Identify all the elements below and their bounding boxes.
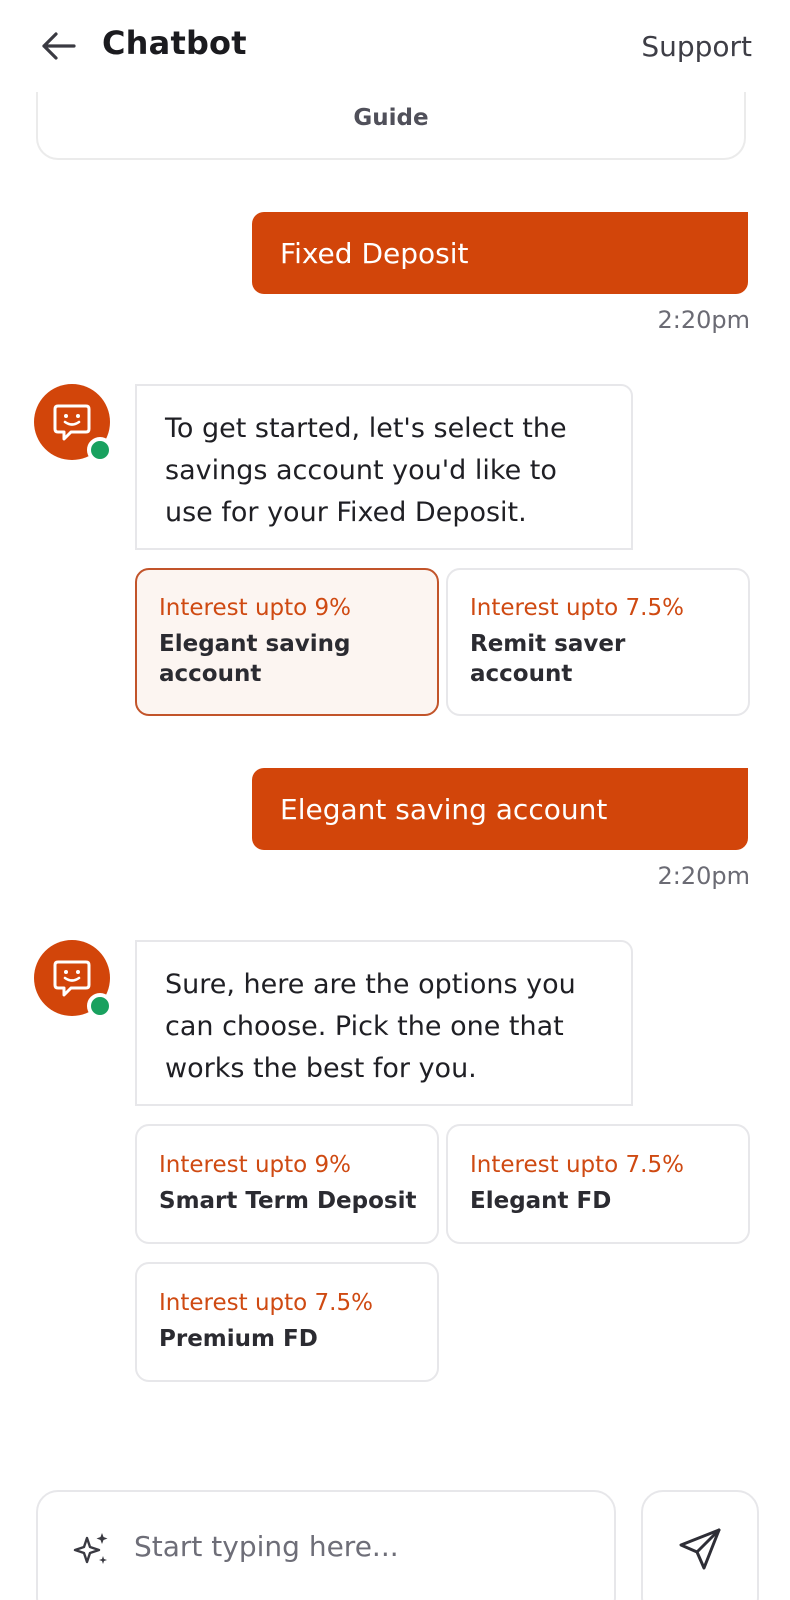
- account-name-label: Remit saver account: [470, 631, 626, 687]
- send-icon: [679, 1528, 721, 1570]
- fd-name-label: Elegant FD: [470, 1188, 612, 1214]
- account-option-card[interactable]: Interest upto 7.5% Remit saver account: [446, 568, 750, 716]
- guide-label: Guide: [353, 105, 429, 131]
- app-header: Chatbot Support: [0, 0, 790, 92]
- bot-avatar: [34, 384, 113, 463]
- guide-card[interactable]: Guide: [36, 92, 746, 160]
- chatbot-face-icon: [53, 404, 91, 441]
- message-input[interactable]: Start typing here...: [36, 1490, 616, 1600]
- chatbot-face-icon: [53, 960, 91, 997]
- bot-message: To get started, let's select the savings…: [135, 384, 633, 550]
- online-status-dot: [87, 437, 113, 463]
- fd-option-card[interactable]: Interest upto 9% Smart Term Deposit: [135, 1124, 439, 1244]
- interest-rate-label: Interest upto 9%: [159, 1152, 352, 1178]
- bot-message: Sure, here are the options you can choos…: [135, 940, 633, 1106]
- bot-message-text: To get started, let's select the savings…: [165, 413, 567, 528]
- user-message-text: Fixed Deposit: [280, 236, 469, 270]
- input-placeholder: Start typing here...: [134, 1530, 399, 1563]
- bot-message-text: Sure, here are the options you can choos…: [165, 969, 576, 1084]
- back-button[interactable]: [36, 24, 80, 68]
- interest-rate-label: Interest upto 7.5%: [159, 1290, 373, 1316]
- account-name-label: Elegant saving account: [159, 631, 351, 687]
- user-message-text: Elegant saving account: [280, 792, 608, 826]
- message-timestamp: 2:20pm: [657, 306, 750, 334]
- interest-rate-label: Interest upto 9%: [159, 595, 352, 621]
- online-status-dot: [87, 993, 113, 1019]
- user-message: Elegant saving account: [252, 768, 748, 850]
- fd-name-label: Smart Term Deposit: [159, 1188, 417, 1214]
- send-button[interactable]: [641, 1490, 759, 1600]
- support-link[interactable]: Support: [641, 30, 752, 63]
- message-timestamp: 2:20pm: [657, 862, 750, 890]
- arrow-left-icon: [42, 32, 76, 60]
- page-title: Chatbot: [102, 24, 247, 62]
- user-message: Fixed Deposit: [252, 212, 748, 294]
- account-option-card[interactable]: Interest upto 9% Elegant saving account: [135, 568, 439, 716]
- bot-avatar: [34, 940, 113, 1019]
- fd-option-card[interactable]: Interest upto 7.5% Premium FD: [135, 1262, 439, 1382]
- fd-option-card[interactable]: Interest upto 7.5% Elegant FD: [446, 1124, 750, 1244]
- fd-name-label: Premium FD: [159, 1326, 318, 1352]
- interest-rate-label: Interest upto 7.5%: [470, 1152, 684, 1178]
- interest-rate-label: Interest upto 7.5%: [470, 595, 684, 621]
- sparkle-icon: [73, 1533, 108, 1564]
